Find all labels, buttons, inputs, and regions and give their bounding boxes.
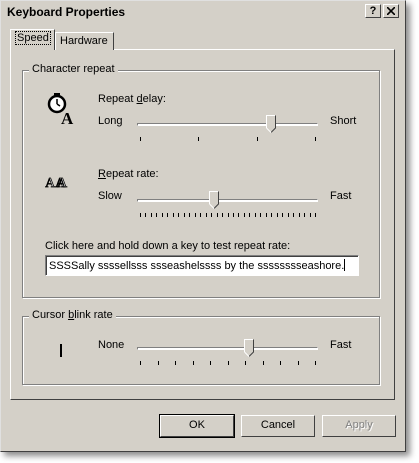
slider-tick [145, 213, 146, 217]
slider-tick [210, 361, 211, 365]
slider-tick [288, 213, 289, 217]
slider-tick [198, 137, 199, 141]
tab-hardware[interactable]: Hardware [55, 32, 114, 50]
svg-text:A: A [61, 109, 74, 125]
slider-tick [304, 213, 305, 217]
slider-tick [260, 213, 261, 217]
slider-tick [228, 361, 229, 365]
slider-tick [238, 213, 239, 217]
slider-tick [200, 213, 201, 217]
slider-tick [315, 137, 316, 141]
slider-thumb[interactable] [209, 191, 219, 209]
slider-tick [310, 213, 311, 217]
keyboard-properties-dialog: Keyboard Properties ? Speed Hardware Cha… [0, 0, 406, 452]
slider-tick [211, 213, 212, 217]
tab-speed-label: Speed [15, 31, 51, 45]
character-repeat-label: Character repeat [29, 63, 118, 75]
slider-tick [315, 213, 316, 217]
slider-track[interactable] [137, 199, 318, 202]
slider-tick [298, 361, 299, 365]
close-icon [386, 6, 396, 16]
slider-tick [257, 137, 258, 141]
slider-tick [249, 213, 250, 217]
repeat-delay-min-label: Long [98, 115, 123, 127]
slider-track[interactable] [137, 123, 318, 126]
window-title: Keyboard Properties [7, 5, 126, 19]
cursor-blink-preview-icon [60, 344, 62, 357]
svg-text:A: A [57, 176, 68, 191]
slider-thumb[interactable] [266, 115, 276, 133]
repeat-rate-label: Repeat rate: [98, 168, 159, 180]
slider-tick [293, 213, 294, 217]
close-button[interactable] [383, 4, 399, 18]
slider-track[interactable] [137, 347, 318, 350]
text-caret [344, 259, 346, 271]
help-button[interactable]: ? [365, 4, 381, 18]
slider-tick [140, 213, 141, 217]
slider-tick [277, 213, 278, 217]
slider-tick [206, 213, 207, 217]
slider-tick [184, 213, 185, 217]
tab-hardware-label: Hardware [60, 35, 108, 47]
slider-tick [193, 361, 194, 365]
ok-button[interactable]: OK [159, 414, 235, 438]
apply-button[interactable]: Apply [322, 415, 396, 437]
repeat-delay-label: Repeat delay: [98, 93, 166, 105]
repeat-rate-max-label: Fast [330, 190, 352, 202]
slider-tick [233, 213, 234, 217]
repeat-delay-icon: A [47, 93, 74, 125]
slider-tick [280, 361, 281, 365]
slider-tick [282, 213, 283, 217]
slider-tick [173, 213, 174, 217]
cancel-button[interactable]: Cancel [241, 415, 315, 437]
slider-tick [158, 361, 159, 365]
slider-tick [156, 213, 157, 217]
test-repeat-text: SSSSally ssssellsss ssseashelssss by the… [49, 260, 345, 272]
repeat-rate-min-label: Slow [98, 190, 122, 202]
repeat-delay-max-label: Short [330, 115, 357, 127]
slider-tick [175, 361, 176, 365]
slider-tick [228, 213, 229, 217]
slider-tick [140, 361, 141, 365]
tab-speed[interactable]: Speed [10, 29, 55, 50]
slider-tick [299, 213, 300, 217]
slider-tick [255, 213, 256, 217]
repeat-rate-icon: AA A [45, 176, 68, 191]
slider-tick [217, 213, 218, 217]
slider-tick [140, 137, 141, 141]
cursor-blink-label: Cursor blink rate [29, 309, 116, 321]
slider-tick [162, 213, 163, 217]
slider-tick [178, 213, 179, 217]
slider-tick [315, 361, 316, 365]
test-repeat-rate-label: Click here and hold down a key to test r… [45, 240, 291, 252]
slider-tick [167, 213, 168, 217]
slider-tick [189, 213, 190, 217]
slider-tick [151, 213, 152, 217]
cursor-blink-min-label: None [98, 339, 125, 351]
slider-tick [266, 213, 267, 217]
slider-thumb[interactable] [244, 339, 254, 357]
slider-tick [195, 213, 196, 217]
cursor-blink-max-label: Fast [330, 339, 352, 351]
slider-tick [244, 213, 245, 217]
slider-tick [271, 213, 272, 217]
slider-tick [245, 361, 246, 365]
title-bar[interactable]: Keyboard Properties ? [3, 3, 403, 21]
test-repeat-input[interactable]: SSSSally ssssellsss ssseashelssss by the… [45, 255, 359, 276]
slider-tick [222, 213, 223, 217]
slider-tick [263, 361, 264, 365]
